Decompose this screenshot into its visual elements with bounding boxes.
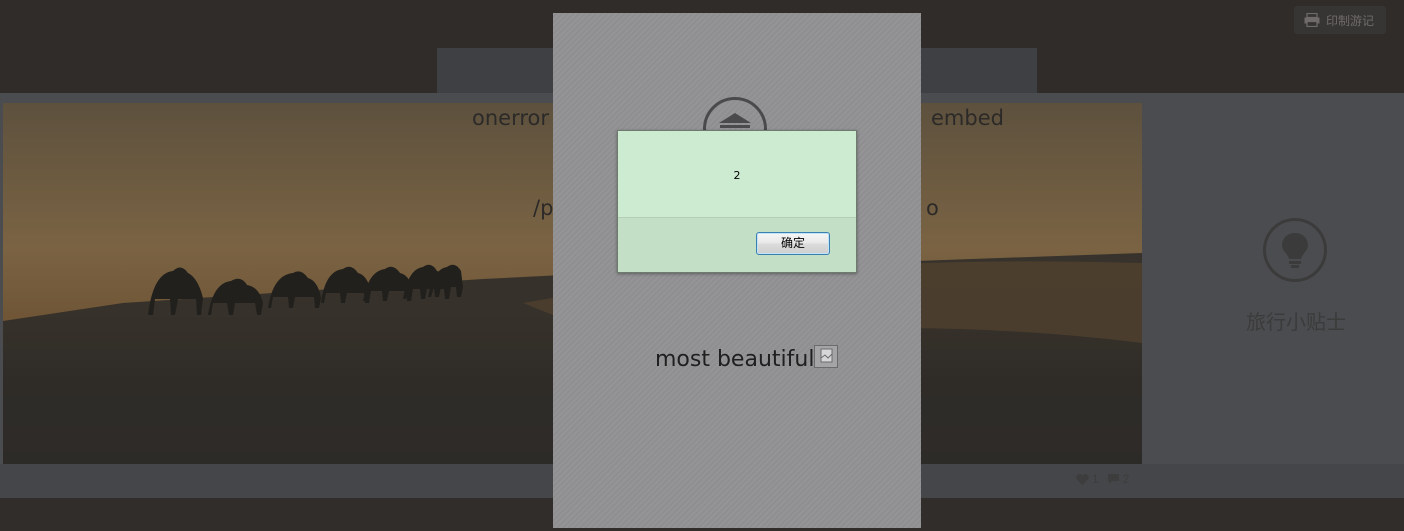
print-button-label: 印制游记 [1326,13,1375,28]
comment-count-group[interactable]: 2 [1107,472,1130,486]
printer-icon [1304,13,1320,27]
background-sidebar [1142,103,1404,464]
comment-icon [1107,474,1119,484]
background-text-p: /p [533,196,554,220]
print-travelogue-button[interactable]: 印制游记 [1294,6,1386,34]
like-count-group[interactable]: 1 [1076,472,1099,486]
background-text-o: o [926,196,939,220]
background-text-onerror: onerror [472,106,549,130]
alert-body: 2 [618,131,856,218]
alert-message: 2 [733,169,741,182]
travel-tips-label[interactable]: 旅行小贴士 [1246,306,1346,335]
comment-count: 2 [1122,472,1130,486]
like-count: 1 [1092,472,1099,486]
lightbulb-icon[interactable] [1263,218,1327,282]
background-text-embed: embed [931,106,1004,130]
alert-dialog: 2 确定 [617,130,857,273]
background-counts: 1 2 [1076,472,1129,486]
ok-button[interactable]: 确定 [756,232,830,255]
heart-icon [1076,473,1089,485]
panel-text-label: most beautiful [655,347,815,372]
alert-footer: 确定 [618,218,856,272]
panel-content-text: most beautiful [655,345,839,372]
broken-image-icon [814,345,839,368]
